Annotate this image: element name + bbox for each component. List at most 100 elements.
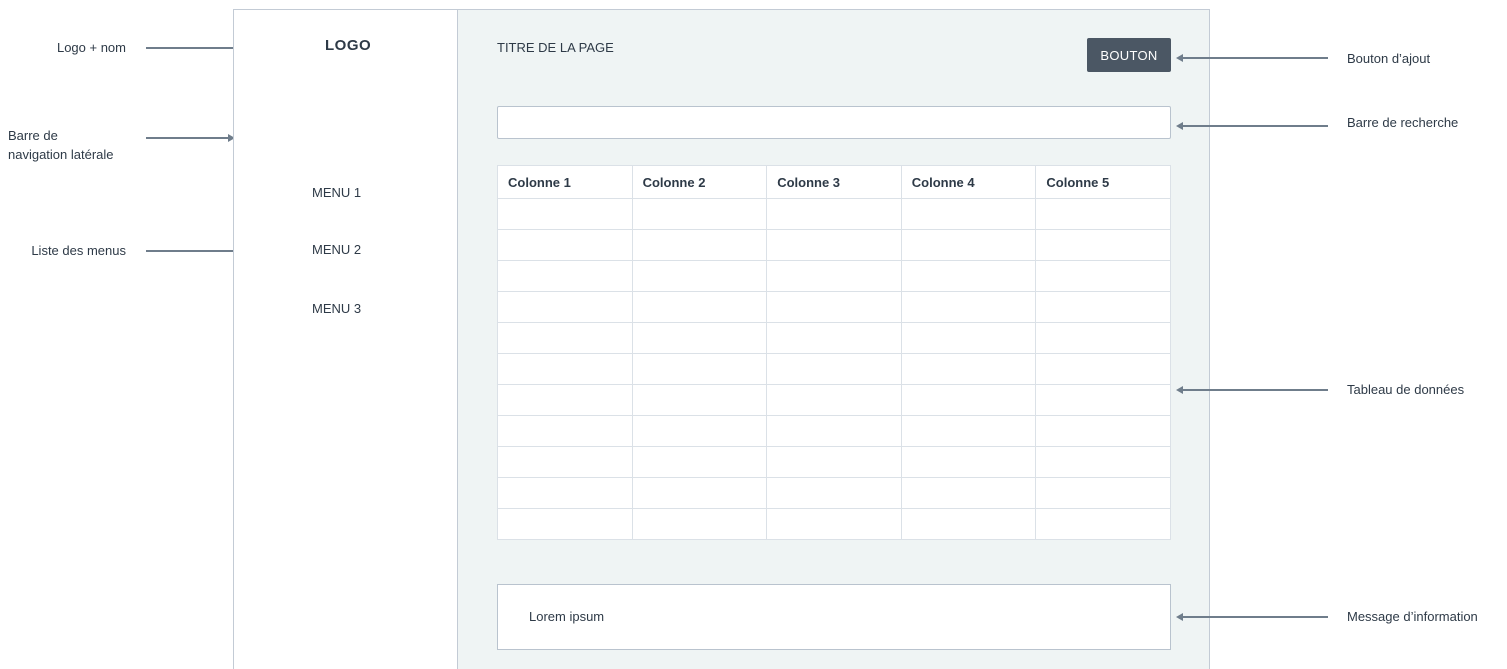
table-cell [497, 322, 633, 354]
table-cell [631, 260, 768, 292]
add-button[interactable]: BOUTON [1087, 38, 1171, 72]
table-cell [631, 198, 768, 230]
arrow-sidebar [146, 137, 228, 139]
table-cell [766, 446, 902, 478]
annotation-add-button: Bouton d’ajout [1347, 51, 1431, 66]
table-row [497, 384, 1171, 416]
table-cell [900, 291, 1037, 323]
column-header-3: Colonne 3 [766, 165, 902, 199]
table-cell [631, 291, 768, 323]
column-header-1: Colonne 1 [497, 165, 633, 199]
table-cell [900, 508, 1037, 540]
table-row [497, 260, 1171, 292]
table-cell [1035, 446, 1171, 478]
table-cell [766, 291, 902, 323]
table-cell [900, 477, 1037, 509]
logo: LOGO [325, 37, 372, 54]
table-cell [1035, 291, 1171, 323]
table-cell [1035, 477, 1171, 509]
annotation-data-table: Tableau de données [1347, 382, 1465, 397]
table-cell [497, 229, 633, 261]
annotation-menu-list: Liste des menus [31, 243, 126, 258]
menu-item-2[interactable]: MENU 2 [312, 242, 361, 257]
arrow-info-head [1176, 613, 1183, 621]
table-row [497, 291, 1171, 323]
annotation-sidebar-line1: Barre de [8, 128, 58, 143]
table-row [497, 229, 1171, 261]
table-cell [497, 353, 633, 385]
table-body [497, 198, 1171, 540]
table-cell [631, 477, 768, 509]
arrow-add-button-head [1176, 54, 1183, 62]
table-cell [631, 446, 768, 478]
table-cell [1035, 353, 1171, 385]
table-cell [900, 229, 1037, 261]
table-cell [631, 353, 768, 385]
annotation-logo: Logo + nom [56, 40, 126, 55]
table-cell [1035, 384, 1171, 416]
table-cell [631, 229, 768, 261]
table-cell [766, 198, 902, 230]
annotation-sidebar: Barre de navigation latérale [8, 126, 138, 164]
arrow-search-head [1176, 122, 1183, 130]
page-title: TITRE DE LA PAGE [497, 40, 614, 55]
table-cell [631, 384, 768, 416]
arrow-table [1183, 389, 1328, 391]
table-cell [497, 291, 633, 323]
table-cell [766, 477, 902, 509]
table-row [497, 508, 1171, 540]
table-cell [1035, 229, 1171, 261]
table-cell [631, 508, 768, 540]
table-row [497, 198, 1171, 230]
search-input[interactable] [497, 106, 1171, 139]
table-cell [766, 353, 902, 385]
table-cell [900, 384, 1037, 416]
table-row [497, 353, 1171, 385]
table-cell [497, 384, 633, 416]
table-cell [766, 260, 902, 292]
info-message: Lorem ipsum [497, 584, 1171, 650]
table-cell [497, 508, 633, 540]
table-cell [766, 508, 902, 540]
menu-item-3[interactable]: MENU 3 [312, 301, 361, 316]
table-cell [1035, 198, 1171, 230]
table-cell [766, 322, 902, 354]
table-cell [1035, 508, 1171, 540]
table-cell [900, 415, 1037, 447]
table-row [497, 477, 1171, 509]
table-cell [766, 384, 902, 416]
column-header-2: Colonne 2 [631, 165, 768, 199]
arrow-add-button [1183, 57, 1328, 59]
arrow-info [1183, 616, 1328, 618]
table-row [497, 446, 1171, 478]
table-cell [631, 415, 768, 447]
table-cell [900, 446, 1037, 478]
annotation-search-bar: Barre de recherche [1347, 115, 1459, 130]
table-header-row: Colonne 1 Colonne 2 Colonne 3 Colonne 4 … [497, 165, 1171, 199]
table-cell [1035, 415, 1171, 447]
table-cell [497, 260, 633, 292]
arrow-search [1183, 125, 1328, 127]
table-cell [900, 198, 1037, 230]
column-header-4: Colonne 4 [900, 165, 1037, 199]
table-cell [900, 353, 1037, 385]
annotation-info-message: Message d’information [1347, 609, 1478, 624]
table-row [497, 415, 1171, 447]
table-cell [497, 415, 633, 447]
table-cell [766, 415, 902, 447]
annotation-sidebar-line2: navigation latérale [8, 147, 114, 162]
table-cell [766, 229, 902, 261]
table-cell [900, 260, 1037, 292]
table-row [497, 322, 1171, 354]
data-table: Colonne 1 Colonne 2 Colonne 3 Colonne 4 … [497, 165, 1171, 540]
table-cell [497, 198, 633, 230]
table-cell [497, 446, 633, 478]
sidebar [233, 9, 458, 669]
table-cell [900, 322, 1037, 354]
info-message-text: Lorem ipsum [529, 609, 605, 624]
menu-item-1[interactable]: MENU 1 [312, 185, 361, 200]
column-header-5: Colonne 5 [1035, 165, 1171, 199]
table-cell [1035, 260, 1171, 292]
table-cell [631, 322, 768, 354]
table-cell [1035, 322, 1171, 354]
